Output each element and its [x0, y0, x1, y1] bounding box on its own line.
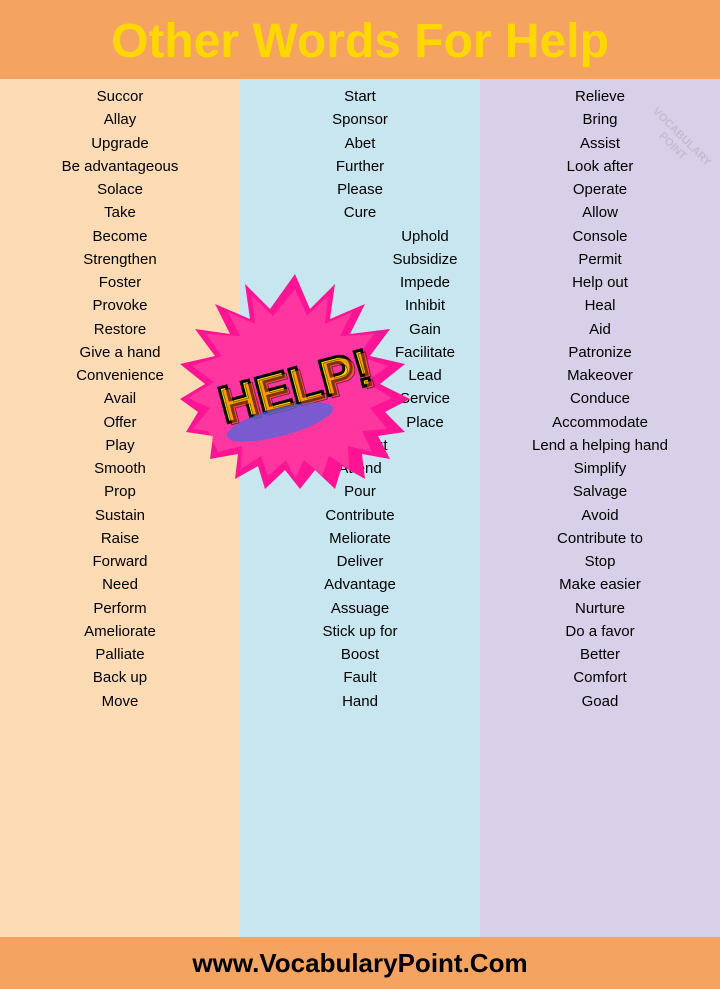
- list-item: Allow: [482, 201, 718, 224]
- list-item: Perform: [2, 597, 238, 620]
- list-item: Allay: [2, 108, 238, 131]
- list-item: Move: [2, 690, 238, 713]
- list-item: Stop: [482, 550, 718, 573]
- list-item: Abet: [242, 132, 478, 155]
- title-yellow: Help: [505, 15, 609, 68]
- list-item: Deliver: [242, 550, 478, 573]
- list-item: Bring: [482, 108, 718, 131]
- list-item: Conduce: [482, 387, 718, 410]
- page-header: Other Words For Help: [0, 0, 720, 79]
- list-item: Permit: [482, 248, 718, 271]
- list-item: Make easier: [482, 573, 718, 596]
- list-item: Comfort: [482, 666, 718, 689]
- page-footer: www.VocabularyPoint.Com: [0, 937, 720, 989]
- list-item: Ameliorate: [2, 620, 238, 643]
- list-item: Meliorate: [242, 527, 478, 550]
- list-item: Heal: [482, 294, 718, 317]
- list-item: Succor: [2, 85, 238, 108]
- list-item: Goad: [482, 690, 718, 713]
- list-item: Boost: [242, 643, 478, 666]
- list-item: Subsidize: [242, 248, 478, 271]
- list-item: Operate: [482, 178, 718, 201]
- list-item: Do a favor: [482, 620, 718, 643]
- list-item: Further: [242, 155, 478, 178]
- list-item: Lend a helping hand: [482, 434, 718, 457]
- list-item: Take: [2, 201, 238, 224]
- list-item: Makeover: [482, 364, 718, 387]
- column-left: SuccorAllayUpgradeBe advantageousSolaceT…: [0, 79, 240, 937]
- list-item: Simplify: [482, 457, 718, 480]
- column-mid: HELP! HELP! StartSponsorAbetFurtherPleas…: [240, 79, 480, 937]
- list-item: Upgrade: [2, 132, 238, 155]
- list-item: Sustain: [2, 504, 238, 527]
- list-item: Raise: [2, 527, 238, 550]
- main-content: SuccorAllayUpgradeBe advantageousSolaceT…: [0, 79, 720, 937]
- list-item: Stick up for: [242, 620, 478, 643]
- list-item: Cure: [242, 201, 478, 224]
- list-item: Assuage: [242, 597, 478, 620]
- list-item: Relieve: [482, 85, 718, 108]
- list-item: Aid: [482, 318, 718, 341]
- list-item: Back up: [2, 666, 238, 689]
- list-item: Palliate: [2, 643, 238, 666]
- list-item: Console: [482, 225, 718, 248]
- list-item: Better: [482, 643, 718, 666]
- list-item: Patronize: [482, 341, 718, 364]
- list-item: Sponsor: [242, 108, 478, 131]
- list-item: Start: [242, 85, 478, 108]
- list-item: Become: [2, 225, 238, 248]
- list-item: Hand: [242, 690, 478, 713]
- help-burst-image: HELP! HELP!: [180, 274, 410, 494]
- list-item: Please: [242, 178, 478, 201]
- list-item: Avoid: [482, 504, 718, 527]
- list-item: Contribute: [242, 504, 478, 527]
- list-item: Salvage: [482, 480, 718, 503]
- list-item: Forward: [2, 550, 238, 573]
- list-item: Strengthen: [2, 248, 238, 271]
- page-title: Other Words For Help: [10, 14, 710, 69]
- list-item: Help out: [482, 271, 718, 294]
- list-item: Solace: [2, 178, 238, 201]
- title-black: Other Words For: [111, 15, 505, 68]
- list-item: Uphold: [242, 225, 478, 248]
- list-item: Fault: [242, 666, 478, 689]
- footer-url: www.VocabularyPoint.Com: [192, 948, 527, 979]
- list-item: Advantage: [242, 573, 478, 596]
- list-item: Accommodate: [482, 411, 718, 434]
- list-item: Contribute to: [482, 527, 718, 550]
- list-item: Nurture: [482, 597, 718, 620]
- list-item: Be advantageous: [2, 155, 238, 178]
- list-item: Need: [2, 573, 238, 596]
- column-right: VOCABULARYPOINT RelieveBringAssistLook a…: [480, 79, 720, 937]
